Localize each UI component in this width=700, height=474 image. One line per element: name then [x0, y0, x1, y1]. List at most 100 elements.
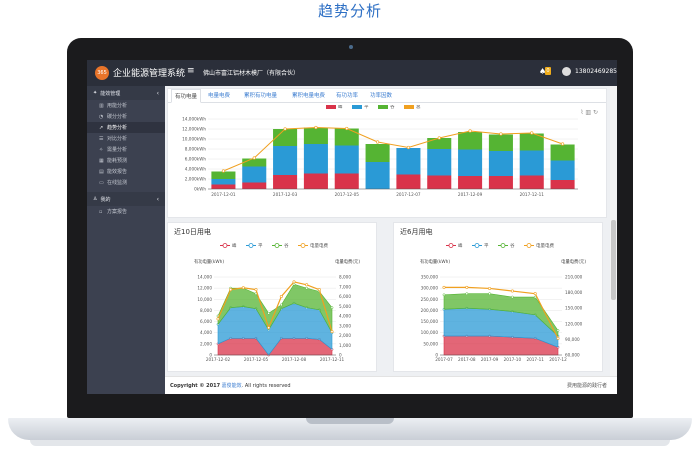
- bar-segment: [365, 144, 390, 162]
- footer-slogan: 费用能源的践行者: [566, 383, 607, 389]
- sidebar-item-monitor[interactable]: ▭ 在线监测: [87, 177, 165, 188]
- sidebar-section-label: 我的: [100, 196, 111, 203]
- bar-segment: [550, 144, 575, 161]
- sidebar: ✦ 能效管理 ‹ ▥ 用能分析 ◔ 碳分分析 ↗ 趋势分析 ☰ 对比分析 ✧ 需量分析 ▦…: [87, 86, 165, 394]
- y-tick-label: 14,000: [197, 275, 212, 280]
- bar-segment: [303, 127, 328, 144]
- cost-point: [556, 336, 560, 340]
- bar-segment: [303, 173, 328, 189]
- total-point: [375, 140, 380, 144]
- cost-point: [488, 286, 492, 290]
- y-tick-label: 300,000: [421, 286, 439, 291]
- top-bar: 365 企业能源管理系统 ≡ 佛山市富江铝材木模厂（有限合伙） ♠ 0 1380…: [87, 60, 617, 86]
- user-small-icon: ♙: [93, 196, 98, 202]
- trend-panel: 有功电量 电量电费 累积有功电量 累积电量电费 有功功率 功率因数 ⌇ ▥ ↻ …: [167, 88, 607, 218]
- sidebar-section-label: 能效管理: [100, 90, 121, 97]
- tab-energy-cost[interactable]: 电量电费: [208, 89, 230, 103]
- total-point: [468, 129, 472, 133]
- monitor-icon: ▭: [99, 179, 104, 186]
- legend-swatch-dot: [274, 243, 280, 248]
- bar-segment: [550, 160, 575, 180]
- sidebar-item-carbon[interactable]: ◔ 碳分分析: [87, 111, 165, 122]
- cost-point: [254, 288, 258, 292]
- total-point: [221, 169, 226, 173]
- bar-chart-icon: ▥: [99, 102, 104, 109]
- bar-segment: [550, 180, 575, 189]
- main-bar-chart: 峰 平 谷 总 0kWh 2,000kWh 4,000kWh 6,000kWh 8,000kWh…: [182, 105, 578, 197]
- total-point: [560, 142, 565, 146]
- total-point: [314, 125, 318, 130]
- legend-label: 谷: [510, 242, 515, 249]
- chart-6-months: 峰平谷电量电费有功电量(kWh) 电量电费(元)050,000100,000150…: [420, 242, 586, 362]
- panel-6-months: 近6月用电 峰平谷电量电费 有功电量(kWh) 电量电费(元) 0 50,000 100,…: [393, 222, 603, 372]
- tab-cumulative-power[interactable]: 累积有功电量: [244, 89, 277, 103]
- sidebar-item-trend[interactable]: ↗ 趋势分析: [87, 122, 165, 133]
- x-tick-label: 2017-10: [504, 357, 522, 362]
- legend-label: 谷: [284, 242, 289, 249]
- y-tick-label: 8,000: [200, 308, 212, 313]
- sidebar-section-mine[interactable]: ♙ 我的 ‹: [87, 192, 165, 206]
- y-tick-label: 350,000: [421, 275, 439, 280]
- legend-swatch-dot: [448, 243, 454, 248]
- tab-active-power[interactable]: 有功电量: [171, 89, 202, 103]
- y-tick-label: 2,000kWh: [185, 177, 207, 182]
- x-tick-label: 2017-12-02: [206, 357, 231, 362]
- legend-swatch-dot: [526, 243, 532, 248]
- user-phone[interactable]: 13802469285: [575, 68, 617, 75]
- sidebar-item-compare[interactable]: ☰ 对比分析: [87, 133, 165, 144]
- x-tick-label: 2017-12-01: [211, 192, 236, 197]
- total-point: [252, 156, 256, 160]
- x-tick-label: 2017-12: [549, 357, 567, 362]
- y-tick-label: 0kWh: [194, 187, 206, 192]
- x-tick-label: 2017-12-03: [273, 192, 298, 197]
- sidebar-section-energy[interactable]: ✦ 能效管理 ‹: [87, 86, 165, 100]
- bar-segment: [211, 171, 236, 179]
- menu-icon[interactable]: ≡: [187, 66, 195, 76]
- report-icon: ▤: [99, 168, 104, 175]
- tab-cumulative-cost[interactable]: 累积电量电费: [292, 89, 325, 103]
- sidebar-item-demand[interactable]: ✧ 需量分析: [87, 144, 165, 155]
- cost-point: [442, 285, 446, 289]
- bar-segment: [273, 175, 298, 189]
- sidebar-item-plan[interactable]: ▫ 方案报告: [87, 206, 165, 217]
- area-point: [305, 286, 309, 290]
- user-icon[interactable]: [562, 67, 571, 76]
- y-tick-label-right: 180,000: [565, 290, 583, 295]
- panel-10-days: 近10日用电 峰平谷电量电费 有功电量(kWh) 电量电费(元) 0 2,000 4,00…: [167, 222, 377, 372]
- area-point: [556, 329, 560, 332]
- bar-segment: [396, 148, 421, 175]
- sidebar-item-forecast[interactable]: ▦ 能耗预测: [87, 155, 165, 166]
- doc-icon: ▫: [99, 208, 103, 215]
- y-tick-label-right: 60,000: [565, 353, 580, 358]
- sidebar-item-usage[interactable]: ▥ 用能分析: [87, 100, 165, 111]
- laptop-notch: [306, 418, 394, 424]
- y-tick-label-right: 8,000: [339, 275, 351, 280]
- chevron-icon: ‹: [156, 89, 159, 97]
- cost-point: [292, 280, 296, 284]
- legend-label: 平: [484, 243, 489, 249]
- scrollbar-thumb[interactable]: [611, 220, 616, 300]
- tab-power[interactable]: 有功功率: [336, 89, 358, 103]
- x-tick-label: 2017-12-05: [335, 192, 360, 197]
- bar-segment: [427, 138, 452, 149]
- bar-segment: [488, 151, 513, 176]
- energy-icon: ✦: [93, 90, 98, 96]
- x-tick-label: 2017-12-11: [520, 192, 545, 197]
- x-tick-label: 2017-12-07: [396, 192, 421, 197]
- legend-swatch: [378, 105, 388, 109]
- sidebar-item-label: 碳分分析: [107, 114, 128, 120]
- total-point: [499, 132, 503, 136]
- legend-label: 平: [364, 105, 369, 110]
- cost-point: [510, 289, 514, 293]
- cost-point: [267, 326, 271, 330]
- notification-badge: 0: [545, 67, 551, 75]
- total-point: [530, 131, 534, 135]
- legend-swatch-dot: [500, 243, 506, 248]
- sidebar-item-label: 能耗预测: [107, 158, 128, 164]
- bar-segment: [334, 128, 359, 146]
- tab-power-factor[interactable]: 功率因数: [370, 89, 392, 103]
- x-tick-label: 2017-09: [481, 357, 499, 362]
- sidebar-item-label: 能效报告: [107, 169, 128, 175]
- footer-link[interactable]: 嘉俊能效: [222, 383, 242, 389]
- sidebar-item-report[interactable]: ▤ 能效报告: [87, 166, 165, 177]
